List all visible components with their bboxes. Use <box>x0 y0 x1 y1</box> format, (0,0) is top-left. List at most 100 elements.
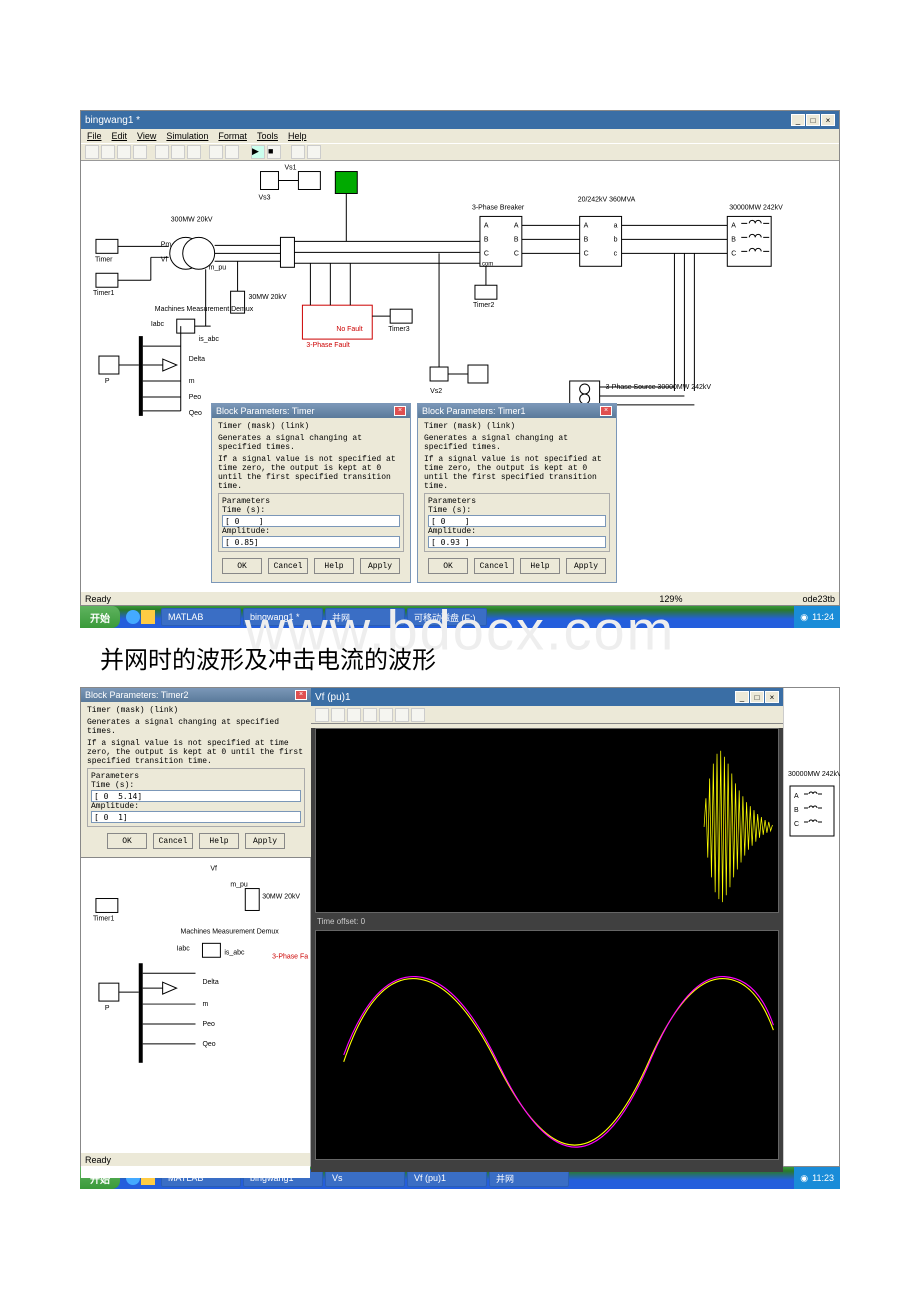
dialog-timer2[interactable]: Block Parameters: Timer2× Timer (mask) (… <box>81 688 311 858</box>
svg-text:m: m <box>189 378 195 385</box>
zoom-icon[interactable] <box>331 708 345 722</box>
time-input[interactable] <box>428 515 606 527</box>
copy-icon[interactable] <box>171 145 185 159</box>
scope-titlebar[interactable]: Vf (pu)1 _ □ × <box>311 688 783 706</box>
svg-text:com: com <box>482 261 493 267</box>
cancel-button[interactable]: Cancel <box>474 558 514 574</box>
svg-text:Peo: Peo <box>189 394 202 401</box>
tray-icon[interactable]: ◉ <box>800 1173 808 1184</box>
ok-button[interactable]: OK <box>428 558 468 574</box>
tray-icon[interactable]: ◉ <box>800 612 808 623</box>
close-icon[interactable]: × <box>765 691 779 703</box>
svg-text:-1: -1 <box>327 1114 333 1121</box>
open-icon[interactable] <box>101 145 115 159</box>
redo-icon[interactable] <box>225 145 239 159</box>
apply-button[interactable]: Apply <box>566 558 606 574</box>
params-icon[interactable] <box>411 708 425 722</box>
model-canvas-partial[interactable]: Vfm_pu 30MW 20kV Timer1 Machines Measure… <box>81 858 310 1178</box>
dialog-timer1[interactable]: Block Parameters: Timer1× Timer (mask) (… <box>417 403 617 583</box>
amp-input[interactable] <box>222 536 400 548</box>
close-icon[interactable]: × <box>295 690 307 700</box>
zoomx-icon[interactable] <box>347 708 361 722</box>
menu-file[interactable]: File <box>87 131 102 141</box>
time-input[interactable] <box>222 515 400 527</box>
menu-help[interactable]: Help <box>288 131 307 141</box>
menu-format[interactable]: Format <box>218 131 247 141</box>
save-icon[interactable] <box>395 708 409 722</box>
mask-label: Timer (mask) (link) <box>218 422 404 431</box>
svg-text:is_abc: is_abc <box>224 949 245 956</box>
print-icon[interactable] <box>133 145 147 159</box>
close-icon[interactable]: × <box>600 406 612 416</box>
step-icon[interactable] <box>291 145 305 159</box>
titlebar[interactable]: bingwang1 * _ □ × <box>81 111 839 129</box>
help-button[interactable]: Help <box>314 558 354 574</box>
autoscale-icon[interactable] <box>379 708 393 722</box>
dialog-timer[interactable]: Block Parameters: Timer× Timer (mask) (l… <box>211 403 411 583</box>
svg-text:Timer3: Timer3 <box>388 326 410 333</box>
help-button[interactable]: Help <box>199 833 239 849</box>
svg-text:-0.5: -0.5 <box>322 1086 333 1093</box>
stop-icon[interactable]: ■ <box>267 145 281 159</box>
toolbar[interactable]: ▶ ■ <box>81 143 839 161</box>
dialog-title[interactable]: Block Parameters: Timer2× <box>81 688 311 702</box>
mask-label: Timer (mask) (link) <box>87 706 305 715</box>
tray[interactable]: ◉ 11:24 <box>794 606 840 628</box>
svg-text:-2000: -2000 <box>316 845 333 852</box>
svg-text:Delta: Delta <box>202 979 218 986</box>
svg-text:0: 0 <box>342 905 346 912</box>
task-matlab[interactable]: MATLAB <box>161 608 241 626</box>
apply-button[interactable]: Apply <box>245 833 285 849</box>
task-bingwang[interactable]: bingwang1 * <box>243 608 323 626</box>
svg-text:2000: 2000 <box>318 803 333 810</box>
scope-toolbar[interactable] <box>311 706 783 724</box>
menu-tools[interactable]: Tools <box>257 131 278 141</box>
save-icon[interactable] <box>117 145 131 159</box>
svg-text:Qeo: Qeo <box>189 410 202 417</box>
minimize-icon[interactable]: _ <box>735 691 749 703</box>
amp-input[interactable] <box>91 811 301 823</box>
status-ready: Ready <box>85 1155 111 1165</box>
menu-view[interactable]: View <box>137 131 156 141</box>
maximize-icon[interactable]: □ <box>750 691 764 703</box>
ok-button[interactable]: OK <box>107 833 147 849</box>
paste-icon[interactable] <box>187 145 201 159</box>
build-icon[interactable] <box>307 145 321 159</box>
cut-icon[interactable] <box>155 145 169 159</box>
clock: 11:23 <box>812 1173 834 1183</box>
amp-input[interactable] <box>428 536 606 548</box>
scope-plot-top[interactable]: 80006000400020000-2000-4000-6000 0123456 <box>315 728 779 913</box>
taskbar[interactable]: 开始 MATLAB bingwang1 * 并网 可移动磁盘 (F:) ◉ 11… <box>80 606 840 628</box>
dialog-title[interactable]: Block Parameters: Timer× <box>212 404 410 418</box>
help-button[interactable]: Help <box>520 558 560 574</box>
menubar[interactable]: File Edit View Simulation Format Tools H… <box>81 129 839 143</box>
play-icon[interactable]: ▶ <box>251 145 265 159</box>
svg-text:6000: 6000 <box>318 761 333 768</box>
scope-plot-bottom[interactable]: x 10 21.510.50-0.5-1-1.5 5.115.1155.125.… <box>315 930 779 1160</box>
menu-edit[interactable]: Edit <box>112 131 128 141</box>
undo-icon[interactable] <box>209 145 223 159</box>
new-icon[interactable] <box>85 145 99 159</box>
svg-text:A: A <box>794 793 799 800</box>
time-input[interactable] <box>91 790 301 802</box>
ok-button[interactable]: OK <box>222 558 262 574</box>
close-icon[interactable]: × <box>821 114 835 126</box>
maximize-icon[interactable]: □ <box>806 114 820 126</box>
tray[interactable]: ◉ 11:23 <box>794 1167 840 1189</box>
task-disk[interactable]: 可移动磁盘 (F:) <box>407 608 487 626</box>
close-icon[interactable]: × <box>394 406 406 416</box>
apply-button[interactable]: Apply <box>360 558 400 574</box>
minimize-icon[interactable]: _ <box>791 114 805 126</box>
task-bingwang2[interactable]: 并网 <box>325 608 405 626</box>
model-canvas[interactable]: Vs3 Vs1 300MW 20kV PmVfm_pu Timer Timer1 <box>81 161 839 591</box>
zoomy-icon[interactable] <box>363 708 377 722</box>
ie-icon[interactable] <box>126 610 140 624</box>
cancel-button[interactable]: Cancel <box>268 558 308 574</box>
folder-icon[interactable] <box>141 610 155 624</box>
cancel-button[interactable]: Cancel <box>153 833 193 849</box>
start-button[interactable]: 开始 <box>80 606 120 628</box>
menu-simulation[interactable]: Simulation <box>166 131 208 141</box>
dialog-title[interactable]: Block Parameters: Timer1× <box>418 404 616 418</box>
print-icon[interactable] <box>315 708 329 722</box>
svg-text:B: B <box>794 807 799 814</box>
